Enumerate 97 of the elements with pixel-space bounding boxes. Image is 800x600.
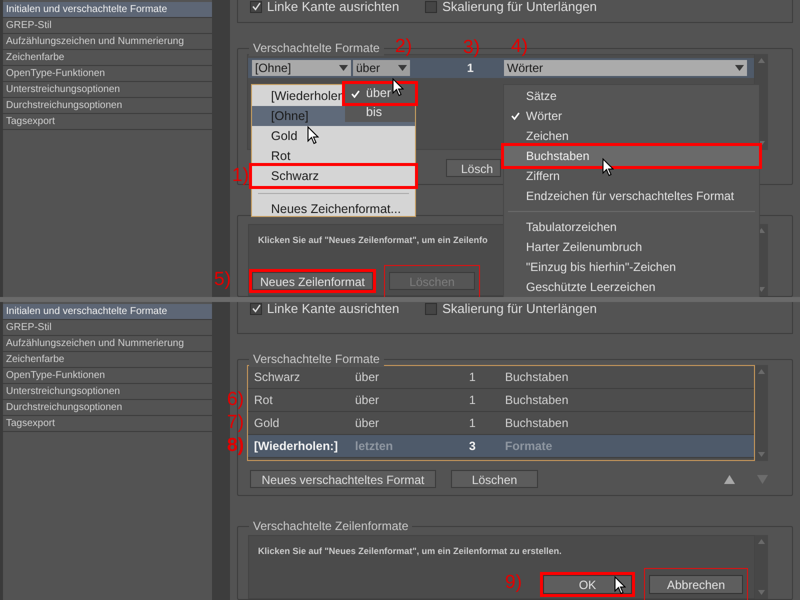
caret-icon	[339, 64, 348, 70]
scroll-down-icon[interactable]	[758, 452, 765, 457]
check-icon	[252, 2, 260, 12]
menu-item[interactable]: Ziffern	[504, 166, 759, 186]
table-cell-text: über	[354, 369, 380, 386]
checkbox[interactable]	[425, 302, 438, 315]
table-cell-text: Schwarz	[253, 369, 302, 386]
scroll-up-icon[interactable]	[758, 539, 765, 544]
table-cell-text: 1	[468, 369, 477, 386]
menu-item[interactable]: Harter Zeilenumbruch	[504, 237, 759, 257]
menu-item[interactable]: "Einzug bis hierhin"-Zeichen	[504, 257, 759, 277]
move-up-icon[interactable]	[724, 474, 735, 484]
sidebar-item[interactable]: Durchstreichungsoptionen	[3, 98, 212, 114]
checkbox[interactable]	[425, 0, 438, 13]
sidebar-item[interactable]: Unterstreichungsoptionen	[3, 384, 212, 400]
section-title: Verschachtelte Formate	[249, 351, 384, 367]
step-number: 3)	[463, 38, 480, 58]
sidebar-item[interactable]: Tagsexport	[3, 114, 212, 130]
step-number: 5)	[214, 270, 231, 290]
sidebar-item[interactable]: Aufzählungszeichen und Nummerierung	[3, 34, 212, 50]
cursor-icon	[602, 158, 614, 177]
step-number: 1)	[232, 166, 249, 186]
scroll-up-icon[interactable]	[758, 58, 765, 62]
dropdown[interactable]: [Ohne]	[252, 60, 351, 76]
sidebar-item[interactable]: Initialen und verschachtelte Formate	[3, 2, 212, 18]
step-number: 6)	[227, 390, 244, 410]
cursor-icon	[307, 126, 319, 145]
table-cell-text: 1	[468, 392, 477, 409]
table-cell-text: Buchstaben	[504, 392, 570, 409]
table-cell-text: letzten	[354, 438, 394, 455]
caret-icon	[398, 64, 407, 70]
table-cell-text: Buchstaben	[504, 369, 570, 386]
step-number: 4)	[511, 36, 528, 56]
menu-item[interactable]: Wörter	[504, 106, 759, 126]
dialog-button[interactable]: Neues Zeilenformat	[252, 272, 373, 290]
scrollbar[interactable]	[755, 535, 768, 599]
step-number: 7)	[227, 413, 244, 433]
step-number: 8)	[227, 436, 244, 456]
check-icon	[252, 304, 260, 314]
checkbox-label: Linke Kante ausrichten	[267, 0, 400, 16]
sidebar-item[interactable]: Aufzählungszeichen und Nummerierung	[3, 336, 212, 352]
menu-item[interactable]: bis	[345, 103, 415, 122]
scroll-up-icon[interactable]	[758, 369, 765, 374]
scroll-down-icon[interactable]	[758, 590, 765, 595]
table-cell-text: Rot	[253, 392, 274, 409]
menu-item[interactable]: Endzeichen für verschachteltes Format	[504, 186, 759, 206]
hint-text: Klicken Sie auf "Neues Zeilenformat", um ein Zeilenfo	[258, 234, 488, 246]
sidebar-item[interactable]: Unterstreichungsoptionen	[3, 82, 212, 98]
table-cell-text: über	[354, 392, 380, 409]
delete-button[interactable]: Lösch	[446, 158, 501, 176]
table-cell-text: 3	[468, 438, 477, 455]
menu-item[interactable]: Neues Zeichenformat...	[252, 199, 415, 219]
menu-item[interactable]: Gold	[252, 126, 415, 146]
step-number: 9)	[505, 572, 522, 592]
menu-item[interactable]: über	[345, 84, 415, 103]
move-down-icon[interactable]	[757, 474, 768, 484]
sidebar-item[interactable]: Zeichenfarbe	[3, 50, 212, 66]
menu-item[interactable]: Geschützte Leerzeichen	[504, 277, 759, 297]
sidebar-item[interactable]: Initialen und verschachtelte Formate	[3, 304, 212, 320]
menu-item[interactable]: Rot	[252, 146, 415, 166]
table-cell-text: über	[354, 415, 380, 432]
table-cell-text: 1	[468, 415, 477, 432]
sidebar-item[interactable]: OpenType-Funktionen	[3, 66, 212, 82]
sidebar-item[interactable]: GREP-Stil	[3, 320, 212, 336]
sidebar-item[interactable]: GREP-Stil	[3, 18, 212, 34]
sidebar-item[interactable]: OpenType-Funktionen	[3, 368, 212, 384]
checkbox-label: Linke Kante ausrichten	[267, 302, 400, 318]
check-icon	[510, 112, 520, 120]
caret-icon	[735, 64, 744, 70]
dialog-button[interactable]: Neues verschachteltes Format	[250, 470, 436, 488]
dropdown[interactable]: Wörter	[504, 60, 747, 76]
hint-text: Klicken Sie auf "Neues Zeilenformat", um ein Zeilenformat zu erstellen.	[258, 545, 562, 558]
cursor-icon	[614, 576, 626, 595]
sidebar-item[interactable]: Durchstreichungsoptionen	[3, 400, 212, 416]
step-number: 2)	[395, 36, 412, 56]
dropdown[interactable]: über	[353, 60, 410, 76]
menu-item[interactable]: Sätze	[504, 86, 759, 106]
checkbox[interactable]	[250, 302, 262, 315]
table-cell-text: [Wiederholen:]	[253, 438, 339, 455]
check-icon	[351, 90, 360, 98]
checkbox-label: Skalierung für Unterlängen	[442, 0, 597, 16]
scrollbar[interactable]	[755, 365, 768, 461]
dialog-button[interactable]: Abbrechen	[649, 574, 743, 594]
table-cell-text: Buchstaben	[504, 415, 570, 432]
table-cell-text: Formate	[504, 438, 554, 455]
menu-item[interactable]: Buchstaben	[504, 146, 759, 166]
menu-item[interactable]: Tabulatorzeichen	[504, 217, 759, 237]
table-cell-text: Gold	[253, 415, 280, 432]
checkbox-label: Skalierung für Unterlängen	[442, 302, 597, 318]
cursor-icon	[392, 78, 404, 97]
sidebar-item[interactable]: Tagsexport	[3, 416, 212, 432]
sidebar-item[interactable]: Zeichenfarbe	[3, 352, 212, 368]
list-row[interactable]: Schwarz über 1 Buchstaben	[248, 366, 754, 389]
checkbox[interactable]	[250, 0, 262, 13]
count-value: 1	[466, 60, 474, 76]
dialog-button[interactable]: Löschen	[451, 470, 538, 488]
menu-item[interactable]: Zeichen	[504, 126, 759, 146]
